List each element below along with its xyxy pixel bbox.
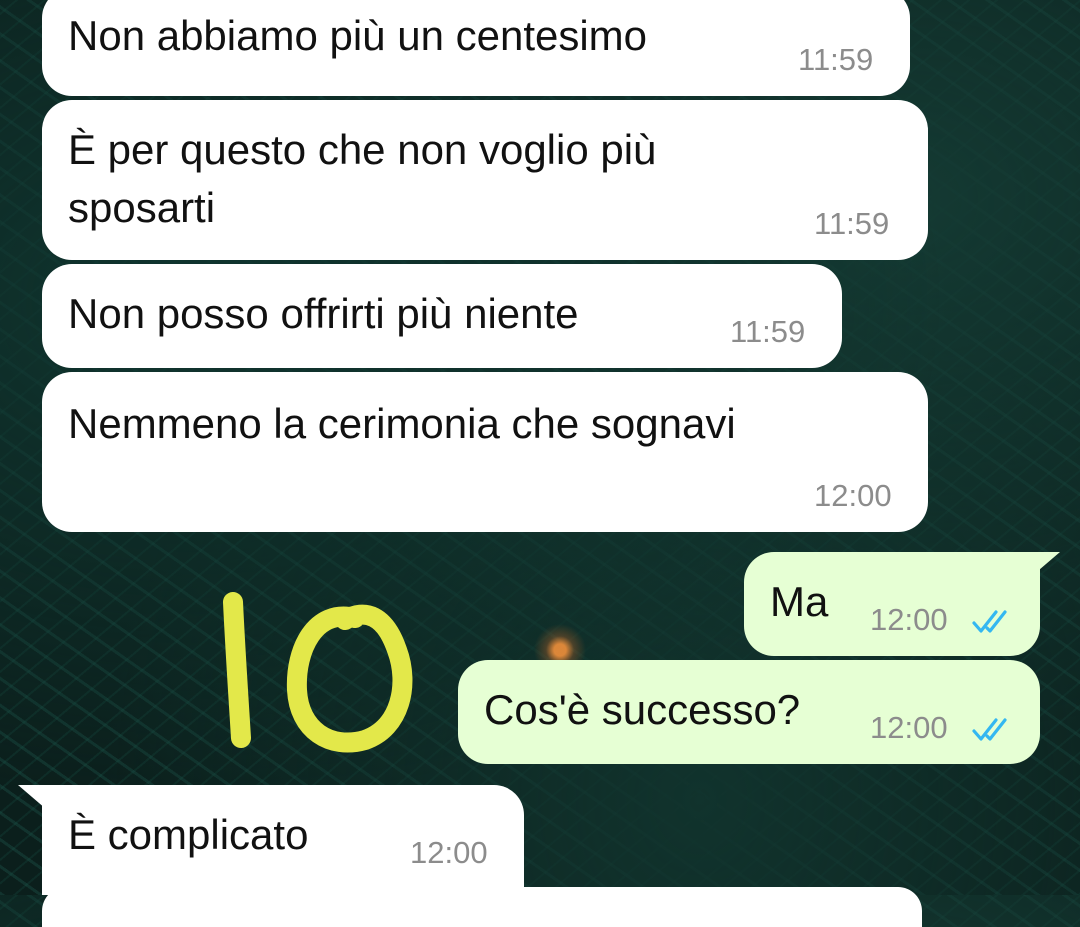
double-check-icon: [972, 610, 1007, 633]
annotation-stroke-one: [223, 592, 251, 748]
message-bubble-outgoing[interactable]: Ma 12:00: [744, 552, 1040, 656]
message-text: Ma: [770, 578, 829, 625]
message-timestamp: 12:00: [870, 602, 948, 637]
message-timestamp: 11:59: [798, 42, 874, 77]
message-bubble-incoming[interactable]: È complicato 12:00: [42, 785, 524, 895]
message-bubble-incoming[interactable]: Nemmeno la cerimonia che sognavi 12:00: [42, 372, 928, 532]
message-bubble-incoming[interactable]: È per questo che non voglio più sposarti…: [42, 100, 928, 260]
message-text-line1: È per questo che non voglio più: [68, 126, 657, 173]
message-timestamp: 11:59: [814, 206, 890, 241]
message-bubble-outgoing[interactable]: Cos'è successo? 12:00: [458, 660, 1040, 764]
message-bubble-incoming[interactable]: Non abbiamo più un centesimo 11:59: [42, 0, 910, 96]
message-timestamp: 12:00: [870, 710, 948, 745]
annotation-stroke-zero: [286, 604, 413, 753]
message-bubble-incoming-partial: [42, 887, 922, 927]
message-timestamp: 12:00: [410, 835, 488, 870]
message-timestamp: 11:59: [730, 314, 806, 349]
message-text: Non abbiamo più un centesimo: [68, 12, 648, 59]
message-bubble-incoming[interactable]: Non posso offrirti più niente 11:59: [42, 264, 842, 368]
message-text: Cos'è successo?: [484, 686, 801, 733]
message-timestamp: 12:00: [814, 478, 892, 513]
message-text: Nemmeno la cerimonia che sognavi: [68, 400, 736, 447]
message-text-line2: sposarti: [68, 184, 216, 231]
message-text: È complicato: [68, 811, 309, 858]
message-text: Non posso offrirti più niente: [68, 290, 579, 337]
double-check-icon: [972, 718, 1007, 741]
handwritten-annotation: [223, 592, 413, 753]
